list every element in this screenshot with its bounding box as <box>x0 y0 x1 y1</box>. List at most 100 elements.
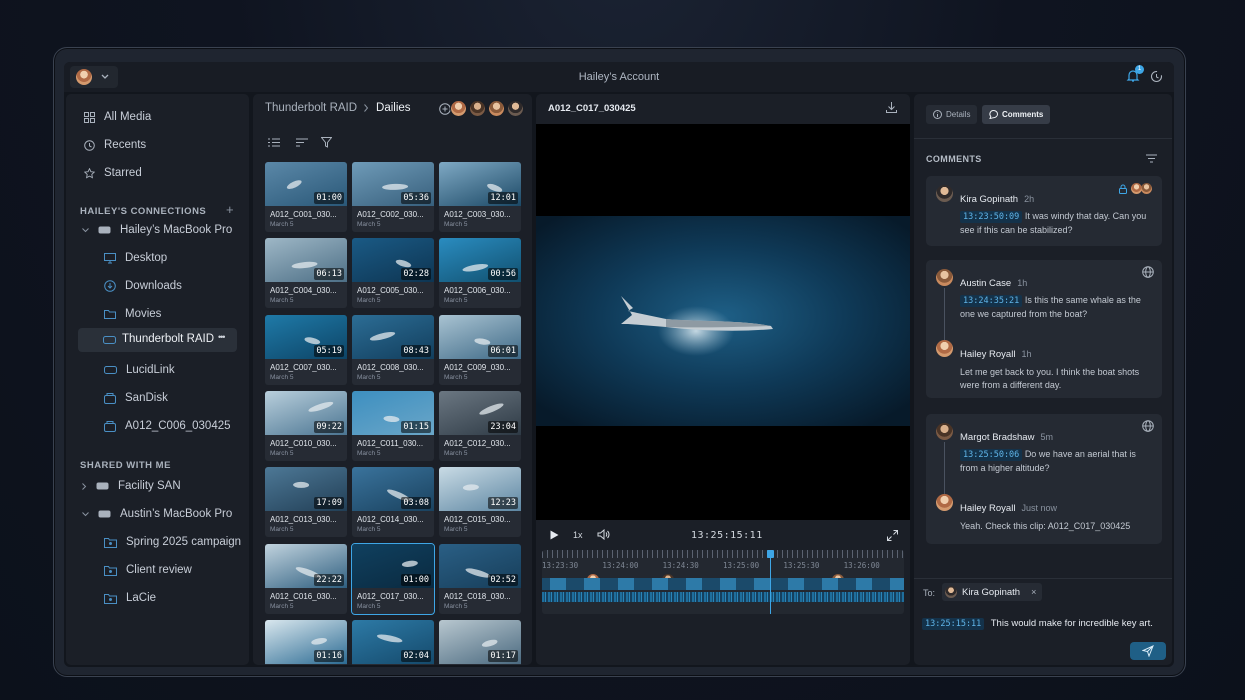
clip-name: A012_C010_030... <box>270 439 337 448</box>
sidebar-item-recents[interactable]: Recents <box>84 139 146 151</box>
sidebar-item-lacie[interactable]: LaCie <box>104 592 156 604</box>
sidebar-item-spring-campaign[interactable]: Spring 2025 campaign <box>104 536 241 548</box>
remove-recipient-icon[interactable]: × <box>1031 587 1036 597</box>
clip-thumbnail[interactable]: 05:36 A012_C002_030... March 5 <box>352 162 434 232</box>
clip-date: March 5 <box>270 297 294 304</box>
fullscreen-icon[interactable] <box>887 530 898 541</box>
sidebar-item-desktop[interactable]: Desktop <box>104 252 167 264</box>
volume-icon[interactable] <box>597 529 610 540</box>
clip-duration: 05:36 <box>401 192 431 204</box>
recipient-chip[interactable]: Kira Gopinath × <box>942 583 1043 601</box>
clip-thumbnail[interactable]: 01:00 A012_C017_030... March 5 <box>351 543 435 615</box>
comment-author: Margot Bradshaw <box>960 432 1035 443</box>
sidebar-item-haileys-macbook[interactable]: Hailey’s MacBook Pro <box>82 224 232 236</box>
clip-duration: 01:00 <box>314 192 344 204</box>
filter-icon[interactable] <box>1146 154 1157 163</box>
monitor-icon <box>104 252 116 263</box>
drive-icon <box>96 482 109 490</box>
connections-list: Hailey’s MacBook Pro Desktop Downloads M… <box>66 218 249 438</box>
comment-time: 2h <box>1024 194 1035 204</box>
tab-details[interactable]: Details <box>926 105 978 124</box>
send-button[interactable] <box>1130 642 1166 660</box>
clip-thumbnail[interactable]: 09:22 A012_C010_030... March 5 <box>265 391 347 461</box>
clip-duration: 06:01 <box>488 345 518 357</box>
clip-thumbnail[interactable]: 05:19 A012_C007_030... March 5 <box>265 315 347 385</box>
playhead-handle[interactable] <box>767 550 775 558</box>
video-viewport[interactable] <box>536 124 910 520</box>
notifications-button[interactable]: 1 <box>1126 65 1144 85</box>
avatar <box>936 494 953 511</box>
clip-thumbnail[interactable]: 01:15 A012_C011_030... March 5 <box>352 391 434 461</box>
clip-thumbnail[interactable]: 22:22 A012_C016_030... March 5 <box>265 544 347 614</box>
clip-thumbnail[interactable]: 01:16 <box>265 620 347 665</box>
clip-thumbnail[interactable]: 03:08 A012_C014_030... March 5 <box>352 467 434 537</box>
draft-timecode[interactable]: 13:25:15:11 <box>922 618 985 630</box>
sidebar-item-starred[interactable]: Starred <box>84 167 142 179</box>
sidebar-item-client-review[interactable]: Client review <box>104 564 192 576</box>
clip-thumbnail[interactable]: 01:00 A012_C001_030... March 5 <box>265 162 347 232</box>
comments-header: COMMENTS <box>926 154 982 164</box>
sidebar-item-thunderbolt-raid[interactable]: Thunderbolt RAID ••• <box>78 328 237 352</box>
comment-timecode[interactable]: 13:23:50:09 <box>960 211 1023 223</box>
globe-icon <box>1142 266 1154 278</box>
play-icon[interactable] <box>550 530 559 540</box>
sidebar-item-all-media[interactable]: All Media <box>84 111 151 123</box>
comment-thread[interactable]: Kira Gopinath 2h 13:23:50:09 It was windy… <box>926 176 1162 246</box>
clip-thumbnail[interactable]: 08:43 A012_C008_030... March 5 <box>352 315 434 385</box>
clip-thumbnail[interactable]: 00:56 A012_C006_030... March 5 <box>439 238 521 308</box>
clip-thumbnail[interactable]: 02:28 A012_C005_030... March 5 <box>352 238 434 308</box>
clip-thumbnail[interactable]: 06:01 A012_C009_030... March 5 <box>439 315 521 385</box>
sidebar-item-downloads[interactable]: Downloads <box>104 280 182 292</box>
clock-icon <box>84 139 95 151</box>
comment-body: 13:25:50:06 Do we have an aerial that is… <box>960 448 1156 475</box>
ruler-tick-label: 13:24:00 <box>602 561 639 570</box>
comment-timecode[interactable]: 13:24:35:21 <box>960 295 1023 307</box>
ruler-labels: 13:23:30 13:24:00 13:24:30 13:25:00 13:25:30… <box>542 561 904 573</box>
download-icon[interactable] <box>886 102 897 113</box>
sidebar-item-facility-san[interactable]: Facility SAN <box>82 480 181 492</box>
clip-thumbnail[interactable]: 01:17 <box>439 620 521 665</box>
clip-duration: 12:23 <box>488 497 518 509</box>
sync-icon[interactable] <box>1150 70 1163 83</box>
clip-duration: 01:16 <box>314 650 344 662</box>
comment-thread[interactable]: Austin Case 1h 13:24:35:21 Is this the sa… <box>926 260 1162 398</box>
sidebar-item-lucidlink[interactable]: LucidLink <box>104 364 175 376</box>
clip-date: March 5 <box>357 374 381 381</box>
timeline[interactable]: 13:23:30 13:24:00 13:24:30 13:25:00 13:25:30… <box>542 550 904 614</box>
sidebar-item-movies[interactable]: Movies <box>104 308 161 320</box>
comment-thread[interactable]: Margot Bradshaw 5m 13:25:50:06 Do we have… <box>926 414 1162 544</box>
ruler-tick-label: 13:25:00 <box>723 561 760 570</box>
playback-speed[interactable]: 1x <box>573 530 583 540</box>
more-options-button[interactable]: ••• <box>218 332 226 342</box>
comment-input[interactable]: 13:25:15:11 This would make for incredib… <box>922 613 1164 630</box>
clip-thumbnail[interactable]: 06:13 A012_C004_030... March 5 <box>265 238 347 308</box>
video-player: A012_C017_030425 1x 13:25:15:11 13:23:30… <box>536 94 910 665</box>
playhead[interactable] <box>767 550 775 614</box>
clip-date: March 5 <box>444 374 468 381</box>
clip-duration: 12:01 <box>488 192 518 204</box>
draft-text: This would make for incredible key art. <box>990 618 1153 629</box>
drive-icon <box>103 336 116 344</box>
clip-thumbnail[interactable]: 02:04 <box>352 620 434 665</box>
comment-meta: Austin Case 1h <box>960 273 1027 291</box>
clip-date: March 5 <box>444 297 468 304</box>
clip-thumbnail[interactable]: 12:01 A012_C003_030... March 5 <box>439 162 521 232</box>
sidebar: All Media Recents Starred HAILEY'S CONNE… <box>66 94 249 665</box>
clip-thumbnail[interactable]: 02:52 A012_C018_030... March 5 <box>439 544 521 614</box>
lock-icon <box>1119 184 1127 194</box>
shared-folder-icon <box>104 593 117 604</box>
sidebar-item-sandisk[interactable]: SanDisk <box>104 392 168 404</box>
comment-body: 13:23:50:09 It was windy that day. Can y… <box>960 210 1156 237</box>
recipient-name: Kira Gopinath <box>962 586 1021 598</box>
clip-thumbnail[interactable]: 12:23 A012_C015_030... March 5 <box>439 467 521 537</box>
add-connection-button[interactable]: + <box>226 202 234 217</box>
comment-time: 1h <box>1017 278 1028 288</box>
comment-timecode[interactable]: 13:25:50:06 <box>960 449 1023 461</box>
tab-comments[interactable]: Comments <box>982 105 1051 124</box>
avatar <box>936 185 953 202</box>
clip-thumbnail[interactable]: 23:04 A012_C012_030... March 5 <box>439 391 521 461</box>
sidebar-item-austins-macbook[interactable]: Austin’s MacBook Pro <box>82 508 232 520</box>
clip-duration: 17:09 <box>314 497 344 509</box>
sidebar-item-a012-c006[interactable]: A012_C006_030425 <box>104 420 231 432</box>
clip-thumbnail[interactable]: 17:09 A012_C013_030... March 5 <box>265 467 347 537</box>
